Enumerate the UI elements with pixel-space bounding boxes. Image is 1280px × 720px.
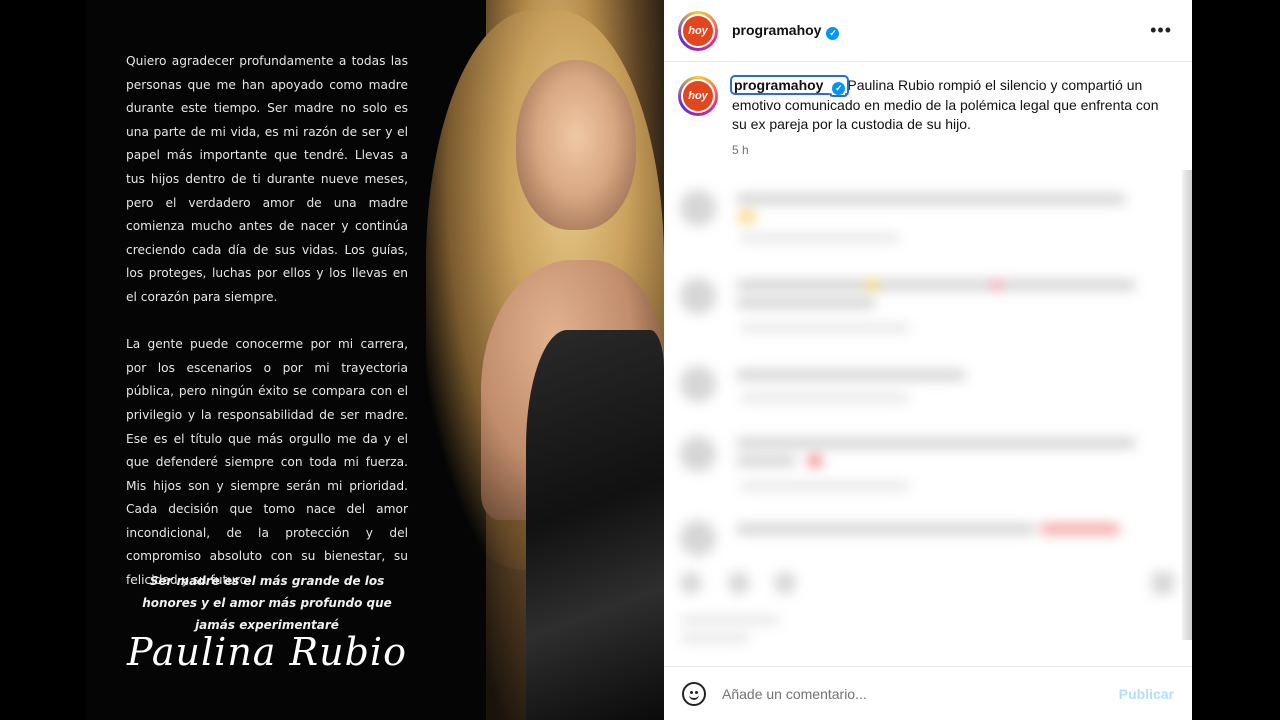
publish-button[interactable]: Publicar <box>1119 686 1174 702</box>
verified-icon: ✓ <box>826 26 840 40</box>
emoji-icon <box>808 456 822 466</box>
comment-input[interactable] <box>722 685 1082 702</box>
list-item[interactable] <box>680 268 1180 338</box>
list-item[interactable] <box>680 180 1180 250</box>
likes-count <box>680 616 780 624</box>
verified-icon: ✓ <box>832 82 846 95</box>
share-icon[interactable] <box>774 572 796 594</box>
post-image: Quiero agradecer profundamente a todas l… <box>86 0 664 720</box>
comment-meta <box>740 324 910 332</box>
comment-text <box>736 438 1136 448</box>
emoji-icon <box>990 280 1004 290</box>
avatar <box>680 278 716 314</box>
avatar <box>680 366 716 402</box>
caption-timestamp[interactable]: 5 h <box>732 143 1162 157</box>
screen-frame: Quiero agradecer profundamente a todas l… <box>0 0 1280 720</box>
comment-bar: Publicar <box>664 666 1192 720</box>
comment-highlight <box>1040 524 1120 534</box>
like-icon[interactable] <box>680 572 702 594</box>
signature: Paulina Rubio <box>127 630 407 674</box>
header-username[interactable]: programahoy ✓ <box>732 21 840 40</box>
avatar-logo: hoy <box>681 79 715 113</box>
letter-paragraph: La gente puede conocerme por mi carrera,… <box>126 337 408 588</box>
emoji-icon <box>738 212 756 222</box>
emoji-icon[interactable] <box>682 681 706 706</box>
avatar <box>680 436 716 472</box>
more-options-icon[interactable]: ••• <box>1150 20 1172 41</box>
caption: hoy programahoy ✓ Paulina Rubio rompió el… <box>678 75 1178 157</box>
caption-username[interactable]: programahoy ✓ <box>729 75 850 95</box>
comment-text <box>736 524 1036 534</box>
comment-icon[interactable] <box>728 572 750 594</box>
avatar <box>680 190 716 226</box>
comments-list <box>664 170 1192 650</box>
post-panel: hoy programahoy ✓ ••• hoy programahoy ✓ Pa… <box>664 0 1192 720</box>
post-header: hoy programahoy ✓ ••• <box>664 0 1192 62</box>
caption-username-label: programahoy <box>734 77 824 93</box>
comment-text <box>736 194 1126 204</box>
post-date <box>680 634 750 642</box>
header-username-label: programahoy <box>732 21 822 38</box>
comment-text <box>736 370 966 380</box>
comment-meta <box>740 482 910 490</box>
emoji-icon <box>865 280 879 290</box>
comment-meta <box>740 394 910 402</box>
comment-text <box>736 298 876 308</box>
caption-body: programahoy ✓ Paulina Rubio rompió el sil… <box>729 75 1162 157</box>
photo-dress <box>526 330 664 720</box>
letter-closing: Ser madre es el más grande de los honore… <box>142 574 392 632</box>
save-icon[interactable] <box>1152 572 1174 594</box>
post-actions <box>680 570 1180 642</box>
panel-edge-shadow <box>1182 170 1196 640</box>
caption-avatar[interactable]: hoy <box>678 76 718 116</box>
avatar-logo: hoy <box>681 13 715 48</box>
list-item[interactable] <box>680 356 1180 426</box>
comment-meta <box>740 234 900 242</box>
caption-text: programahoy ✓ Paulina Rubio rompió el sil… <box>729 75 1162 135</box>
statement-letter: Quiero agradecer profundamente a todas l… <box>126 50 408 616</box>
comment-text <box>736 456 796 466</box>
comment-text <box>736 280 1136 290</box>
emoji-mouth <box>689 694 699 700</box>
letter-paragraph: Quiero agradecer profundamente a todas l… <box>126 54 408 304</box>
avatar[interactable]: hoy <box>678 10 718 51</box>
photo-face <box>516 60 636 230</box>
avatar <box>680 520 716 556</box>
list-item[interactable] <box>680 426 1180 496</box>
